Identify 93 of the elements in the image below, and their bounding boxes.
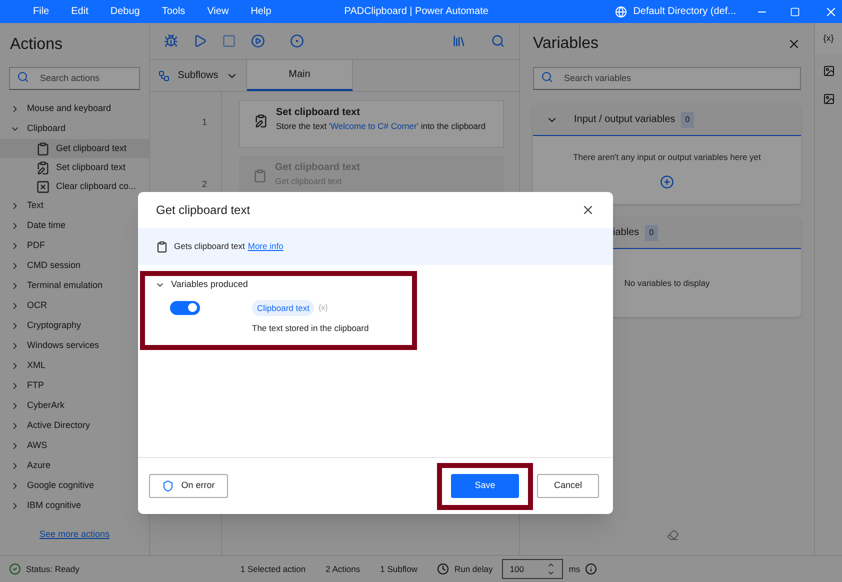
count-badge: 0 [681,112,694,128]
info-icon[interactable] [585,563,598,575]
action-item[interactable]: Set clipboard text [0,158,149,177]
section-title: Variables produced [171,278,248,291]
section-title: iables [613,226,640,240]
status-text: Status: Ready [26,562,80,576]
category-item[interactable]: AWS [0,436,149,456]
category-item[interactable]: Date time [0,216,149,236]
category-item[interactable]: FTP [0,376,149,396]
category-item[interactable]: Azure [0,456,149,476]
menu-item[interactable]: Edit [71,4,88,19]
clipboard-icon [36,142,50,156]
action-item[interactable]: Get clipboard text [0,139,149,158]
clipboard-pen-icon [36,160,50,174]
menu-item[interactable]: File [33,4,50,19]
on-error-button[interactable]: On error [149,474,228,498]
empty-message: No variables to display [624,276,710,290]
run-delay-label: Run delay [454,562,493,576]
category-item[interactable]: Text [0,196,149,216]
panel-title: Variables [533,34,599,54]
see-more-link[interactable]: See more actions [39,528,110,541]
category-item[interactable]: IBM cognitive [0,496,149,516]
maximize-icon[interactable] [790,6,800,16]
variable-chip[interactable]: Clipboard text [252,300,314,316]
menu-item[interactable]: Tools [162,4,186,19]
globe-icon [615,6,628,18]
category-item[interactable]: CMD session [0,256,149,276]
actions-count: 2 Actions [326,562,360,576]
subflows-count: 1 Subflow [380,562,418,576]
search-icon [541,71,553,83]
spinner-icon[interactable] [546,561,555,577]
category-item[interactable]: XML [0,356,149,376]
library-icon[interactable] [452,34,466,48]
category-item[interactable]: PDF [0,236,149,256]
more-info-link[interactable]: More info [248,240,284,253]
add-icon[interactable] [660,175,674,190]
toggle-switch[interactable] [170,300,200,314]
x-box-icon [36,180,50,194]
subflow-icon [158,70,170,82]
clipboard-icon [156,240,168,252]
menu-item[interactable]: View [207,4,229,19]
section-title: Input / output variables [574,113,676,127]
panel-title: Actions [9,35,64,55]
category-item[interactable]: CyberArk [0,396,149,416]
category-item[interactable]: Active Directory [0,416,149,436]
eraser-icon[interactable] [667,529,679,541]
image-icon[interactable] [822,92,834,104]
info-text: Gets clipboard text [174,240,245,253]
category-item[interactable]: Windows services [0,336,149,356]
variables-tab[interactable]: {x} [815,23,842,54]
window-title: PADClipboard | Power Automate [344,5,488,19]
variable-description: The text stored in the clipboard [252,322,369,335]
shield-icon [162,480,174,492]
selected-count: 1 Selected action [240,562,306,576]
menu-item[interactable]: Help [250,4,272,19]
category-item[interactable]: Clipboard [0,119,149,139]
run-delay-field[interactable]: 100 [502,559,563,579]
check-icon [9,563,21,575]
main-tab[interactable]: Main [247,60,353,91]
category-item[interactable]: Google cognitive [0,476,149,496]
step-description: Store the text 'Welcome to C# Corner' into the clipboard [276,120,486,132]
variable-marker: {x} [318,302,328,314]
empty-message: There aren't any input or output variables here yet [573,150,761,164]
unit-label: ms [568,562,580,576]
account-name[interactable]: Default Directory (def... [633,4,736,19]
images-icon[interactable] [822,64,834,76]
close-icon[interactable] [787,37,801,51]
line-number: 2 [202,178,207,192]
close-icon[interactable] [581,203,595,217]
flow-step[interactable]: Set clipboard text Store the text 'Welcome to C# Corner' into the clipboard [239,100,504,148]
step-icon[interactable] [251,34,265,48]
save-button[interactable]: Save [451,474,519,498]
clipboard-pen-icon [254,114,268,128]
clipboard-icon [253,169,267,183]
step-title: Set clipboard text [276,106,361,120]
search-field[interactable]: Search actions [9,66,140,90]
record-icon[interactable] [290,34,304,48]
category-item[interactable]: OCR [0,296,149,316]
search-icon[interactable] [491,34,505,48]
dialog-title: Get clipboard text [156,202,250,219]
debug-icon[interactable] [164,34,178,48]
count-badge: 0 [645,224,658,240]
search-icon [17,71,29,83]
category-item[interactable]: Cryptography [0,316,149,336]
line-number: 1 [202,116,207,130]
cancel-button[interactable]: Cancel [537,474,599,498]
search-field[interactable]: Search variables [533,66,801,90]
action-item[interactable]: Clear clipboard co... [0,177,149,196]
clock-icon [437,563,450,575]
menu-item[interactable]: Debug [110,4,140,19]
category-item[interactable]: Mouse and keyboard [0,99,149,119]
category-item[interactable]: Terminal emulation [0,276,149,296]
run-icon[interactable] [193,34,207,48]
